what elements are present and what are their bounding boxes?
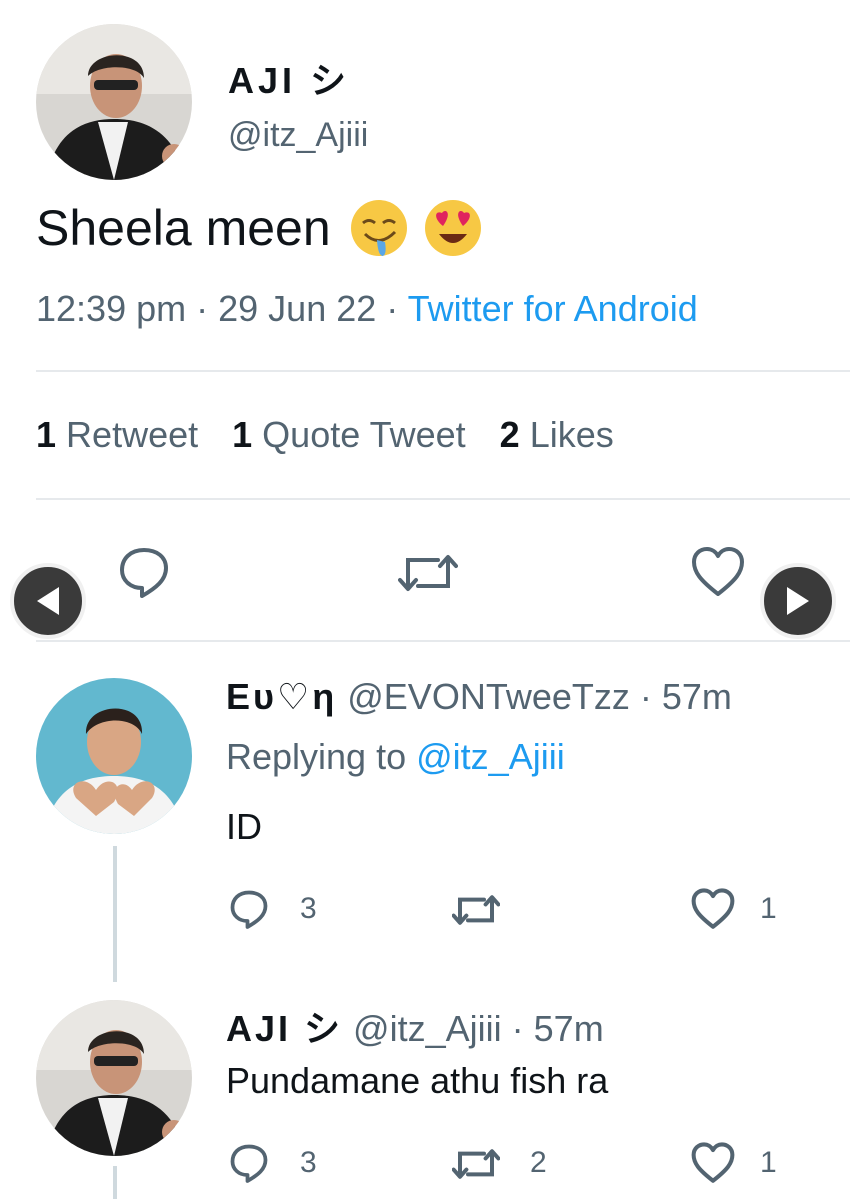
divider: [36, 498, 850, 500]
meta-separator: ·: [639, 676, 652, 717]
reply-avatar[interactable]: [36, 678, 192, 834]
reply-author-handle[interactable]: @itz_Ajiii: [353, 1008, 502, 1049]
thread-line: [113, 1166, 117, 1199]
heart-eyes-face-icon: [424, 200, 481, 256]
retweet-icon[interactable]: [452, 1144, 500, 1184]
reply-header: Eυ♡η @EVONTweeTzz · 57m: [226, 676, 732, 718]
tweet-text-row: Sheela meen: [36, 196, 485, 260]
tweet-text: Sheela meen: [36, 200, 331, 256]
arrow-left-icon: [37, 587, 59, 615]
author-handle[interactable]: @itz_Ajiii: [228, 116, 368, 155]
reply-author-handle[interactable]: @EVONTweeTzz: [347, 676, 630, 717]
reply-time[interactable]: 57m: [662, 676, 732, 717]
like-icon[interactable]: [690, 888, 736, 930]
reply-icon[interactable]: [116, 544, 172, 600]
tweet-stats: 1 Retweet 1 Quote Tweet 2 Likes: [36, 414, 614, 456]
like-icon[interactable]: [690, 546, 746, 598]
retweets-count: 1: [36, 414, 57, 455]
divider: [36, 640, 850, 642]
quotes-label: Quote Tweet: [262, 414, 466, 455]
quotes-stat[interactable]: 1 Quote Tweet: [232, 414, 466, 456]
likes-stat[interactable]: 2 Likes: [500, 414, 614, 456]
drooling-face-icon: [350, 200, 407, 256]
reply-count: 3: [300, 892, 317, 925]
previous-button[interactable]: [10, 563, 86, 639]
retweet-count: 2: [530, 1146, 547, 1179]
reply-icon[interactable]: [228, 1142, 270, 1184]
quotes-count: 1: [232, 414, 253, 455]
meta-separator: ·: [386, 288, 408, 329]
replying-to-line: Replying to @itz_Ajiii: [226, 736, 565, 778]
next-button[interactable]: [760, 563, 836, 639]
tweet-date[interactable]: 29 Jun 22: [218, 288, 376, 329]
reply-avatar[interactable]: [36, 1000, 192, 1156]
meta-separator: ·: [196, 288, 219, 329]
retweet-icon[interactable]: [452, 890, 500, 930]
like-count: 1: [760, 1146, 777, 1179]
likes-count: 2: [499, 414, 520, 455]
retweet-icon[interactable]: [398, 548, 458, 598]
thread-line: [113, 846, 117, 982]
author-name[interactable]: AJI シ: [228, 52, 350, 104]
meta-separator: ·: [511, 1008, 524, 1049]
reply-time[interactable]: 57m: [534, 1008, 604, 1049]
like-icon[interactable]: [690, 1142, 736, 1184]
replying-to-handle[interactable]: @itz_Ajiii: [416, 736, 565, 777]
reply-count: 3: [300, 1146, 317, 1179]
tweet-meta: 12:39 pm · 29 Jun 22 · Twitter for Andro…: [36, 288, 698, 330]
reply-text: ID: [226, 806, 262, 847]
like-count: 1: [760, 892, 777, 925]
tweet-time[interactable]: 12:39 pm: [36, 288, 186, 329]
divider: [36, 370, 850, 372]
retweets-stat[interactable]: 1 Retweet: [36, 414, 198, 456]
reply-text: Pundamane athu fish ra: [226, 1060, 609, 1101]
replying-label: Replying to: [226, 736, 407, 777]
retweets-label: Retweet: [66, 414, 199, 455]
reply-header: AJI シ @itz_Ajiii · 57m: [226, 1000, 604, 1052]
reply-icon[interactable]: [228, 888, 270, 930]
arrow-right-icon: [787, 587, 809, 615]
reply-author-name[interactable]: Eυ♡η: [226, 676, 337, 717]
likes-label: Likes: [529, 414, 614, 455]
reply-author-name[interactable]: AJI シ: [226, 1008, 343, 1049]
author-avatar[interactable]: [36, 24, 192, 180]
tweet-source[interactable]: Twitter for Android: [408, 288, 698, 329]
